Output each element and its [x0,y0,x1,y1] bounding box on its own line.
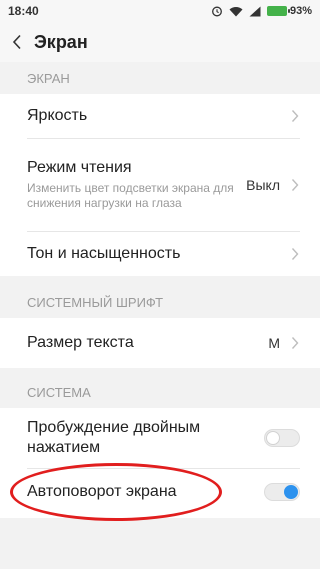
app-header: Экран [0,22,320,62]
brightness-item[interactable]: Яркость [0,94,320,138]
toggle-knob [266,431,280,445]
battery-percent: 93% [289,5,312,17]
section-header-system: СИСТЕМА [0,376,320,408]
reading-mode-value: Выкл [246,177,280,193]
status-icons: 93% [211,5,312,17]
back-button[interactable] [0,22,34,62]
battery-indicator: 93% [266,5,312,17]
reading-mode-item[interactable]: Режим чтения Изменить цвет подсветки экр… [0,139,320,231]
double-tap-wake-toggle[interactable] [264,429,300,447]
text-size-label: Размер текста [27,334,134,351]
tone-saturation-label: Тон и насыщенность [27,245,181,262]
alarm-icon [211,5,223,17]
autorotate-item[interactable]: Автоповорот экрана [0,469,320,515]
toggle-knob [284,485,298,499]
reading-mode-label: Режим чтения [27,159,132,176]
status-time: 18:40 [8,4,39,18]
back-arrow-icon [12,34,21,50]
autorotate-toggle[interactable] [264,483,300,501]
text-size-item[interactable]: Размер текста M [0,318,320,368]
chevron-right-icon [290,178,300,192]
status-bar: 18:40 93% [0,0,320,22]
double-tap-wake-item[interactable]: Пробуждение двойным нажатием [0,408,320,468]
double-tap-wake-label: Пробуждение двойным нажатием [27,419,201,456]
wifi-icon [229,6,243,17]
signal-icon [249,6,261,17]
chevron-right-icon [290,336,300,350]
tone-saturation-item[interactable]: Тон и насыщенность [0,232,320,276]
section-header-screen: ЭКРАН [0,62,320,94]
brightness-label: Яркость [27,107,88,124]
chevron-right-icon [290,247,300,261]
battery-icon [266,6,290,16]
reading-mode-text: Режим чтения Изменить цвет подсветки экр… [27,159,237,211]
section-header-font: СИСТЕМНЫЙ ШРИФТ [0,286,320,318]
autorotate-label: Автоповорот экрана [27,483,177,500]
page-title: Экран [34,31,88,52]
chevron-right-icon [290,109,300,123]
reading-mode-description: Изменить цвет подсветки экрана для сниже… [27,181,234,210]
text-size-value: M [268,335,280,351]
